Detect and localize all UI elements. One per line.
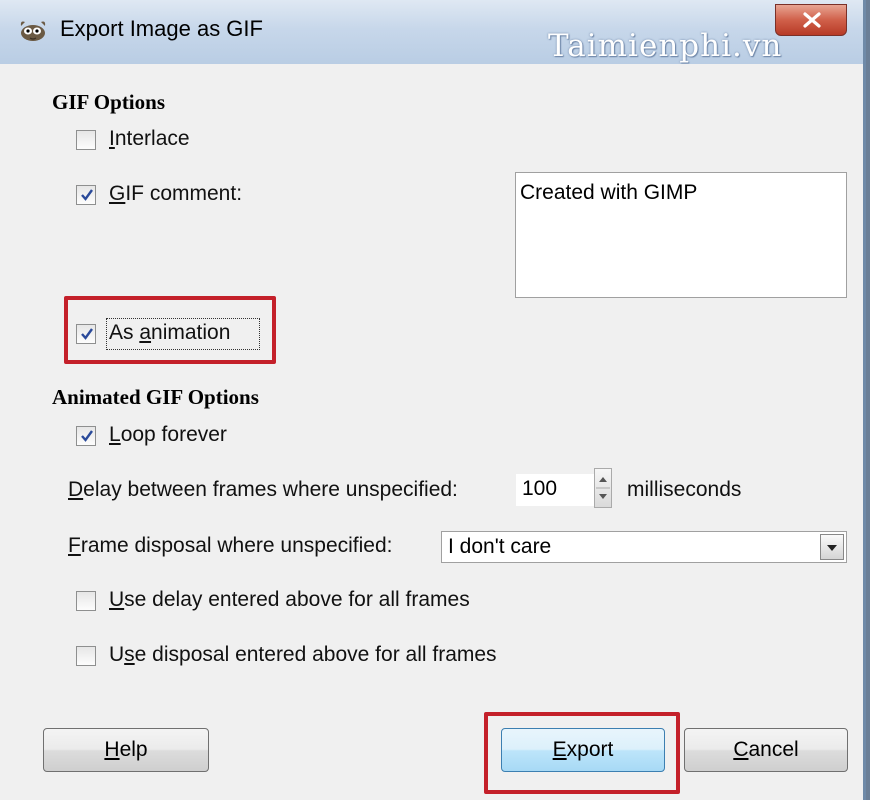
close-icon [803, 12, 821, 28]
loop-forever-label[interactable]: Loop forever [109, 423, 227, 447]
export-gif-dialog: Export Image as GIF Taimienphi.vn GIF Op… [0, 0, 866, 800]
window-title: Export Image as GIF [60, 16, 263, 41]
use-disposal-label[interactable]: Use disposal entered above for all frame… [109, 643, 497, 667]
dialog-content: GIF Options Interlace GIF comment: Creat… [0, 64, 863, 800]
gif-options-heading: GIF Options [52, 90, 165, 114]
frame-disposal-select[interactable]: I don't care [441, 531, 847, 563]
frame-disposal-value: I don't care [448, 535, 552, 558]
help-button[interactable]: Help [43, 728, 209, 772]
watermark: Taimienphi.vn [548, 28, 783, 64]
as-animation-label[interactable]: As animation [109, 321, 230, 345]
as-animation-checkbox[interactable] [76, 324, 96, 344]
use-delay-label[interactable]: Use delay entered above for all frames [109, 588, 470, 612]
gif-comment-textarea[interactable]: Created with GIMP [515, 172, 847, 298]
dropdown-button[interactable] [820, 534, 844, 560]
interlace-label[interactable]: Interlace [109, 127, 190, 151]
spin-arrows-icon[interactable] [594, 468, 612, 508]
checkmark-icon [81, 189, 93, 201]
checkmark-icon [81, 328, 93, 340]
gif-comment-checkbox[interactable] [76, 185, 96, 205]
loop-forever-checkbox[interactable] [76, 426, 96, 446]
title-bar[interactable]: Export Image as GIF Taimienphi.vn [0, 0, 863, 64]
close-button[interactable] [775, 4, 847, 36]
interlace-checkbox[interactable] [76, 130, 96, 150]
chevron-down-icon [827, 545, 837, 551]
delay-label: Delay between frames where unspecified: [68, 478, 458, 501]
use-disposal-checkbox[interactable] [76, 646, 96, 666]
gimp-wilber-icon [20, 21, 46, 41]
checkmark-icon [81, 430, 93, 442]
cancel-button[interactable]: Cancel [684, 728, 848, 772]
animated-options-heading: Animated GIF Options [52, 385, 259, 409]
export-button[interactable]: Export [501, 728, 665, 772]
gif-comment-label[interactable]: GIF comment: [109, 182, 242, 206]
delay-unit-label: milliseconds [627, 478, 742, 501]
delay-spin-input[interactable]: 100 [516, 474, 594, 506]
use-delay-checkbox[interactable] [76, 591, 96, 611]
disposal-label: Frame disposal where unspecified: [68, 534, 393, 557]
